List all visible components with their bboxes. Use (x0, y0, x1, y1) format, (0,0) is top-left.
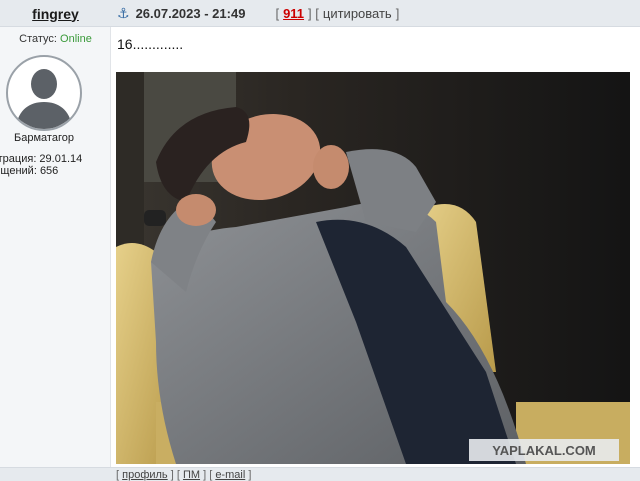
anchor-icon[interactable]: ⚓ (117, 5, 130, 22)
author-name-link[interactable]: fingrey (32, 6, 79, 22)
author-sidebar: Статус: Online Барматагор истрация: 29.0… (0, 27, 111, 467)
post-meta: ⚓ 26.07.2023 - 21:49 [ 911 ] [ цитироват… (111, 0, 399, 27)
email-link[interactable]: e-mail (215, 469, 245, 481)
footer-links: [ профиль ] [ ПМ ] [ e-mail ] (116, 469, 251, 481)
footer-bracket-3: ] [ (200, 469, 216, 481)
profile-link[interactable]: профиль (122, 469, 168, 481)
post-text: 16............. (117, 36, 184, 52)
bracket-close-2: ] (395, 6, 400, 21)
user-rank: Барматагор (14, 132, 74, 144)
footer-bracket-2: ] [ (167, 469, 183, 481)
quote-link[interactable]: цитировать (323, 6, 392, 21)
status-value: Online (60, 33, 92, 45)
bracket-open: [ (275, 6, 280, 21)
post-header: fingrey ⚓ 26.07.2023 - 21:49 [ 911 ] [ ц… (0, 0, 640, 27)
registration-date: истрация: 29.01.14 (0, 153, 83, 165)
pm-link[interactable]: ПМ (183, 469, 200, 481)
watermark-text: YAPLAKAL.COM (492, 443, 596, 458)
avatar[interactable] (5, 54, 83, 132)
post-photo[interactable]: YAPLAKAL.COM (116, 72, 630, 464)
post-datetime: 26.07.2023 - 21:49 (135, 6, 246, 21)
status-label: Статус: (19, 33, 57, 45)
user-status: Статус: Online (0, 33, 111, 45)
message-count: общений: 656 (0, 165, 59, 177)
author-name-cell: fingrey (0, 0, 111, 27)
post-number-link[interactable]: 911 (283, 6, 304, 21)
bracket-close: ] [ (308, 6, 319, 21)
post-footer: [ профиль ] [ ПМ ] [ e-mail ] (0, 467, 640, 481)
footer-bracket-4: ] (245, 469, 252, 481)
post-body: 16............. YAPLAKAL.COM (112, 27, 640, 467)
